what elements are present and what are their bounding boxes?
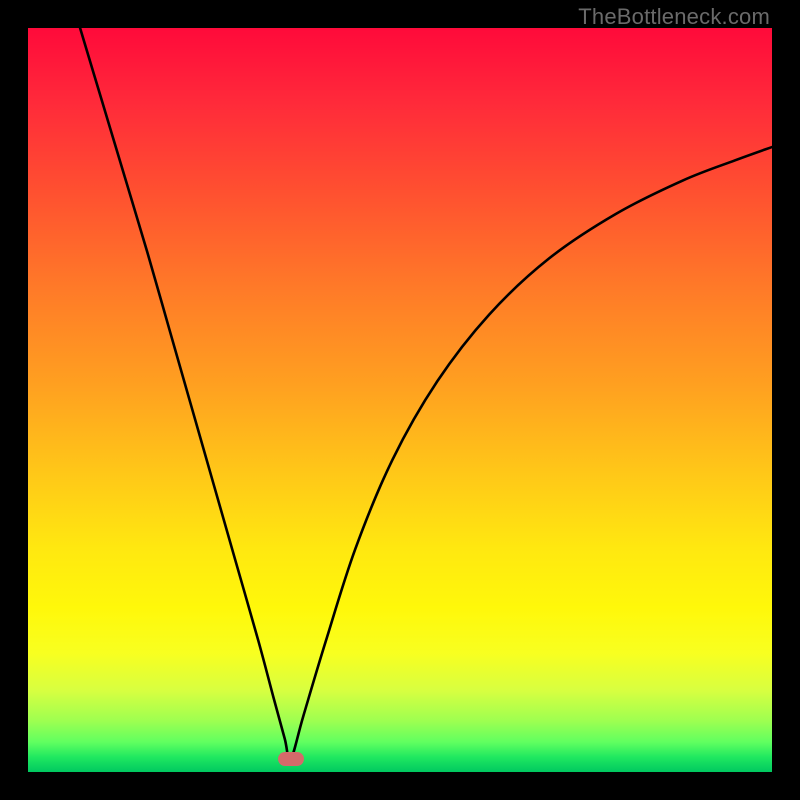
chart-frame: TheBottleneck.com — [0, 0, 800, 800]
plot-area — [28, 28, 772, 772]
minimum-marker — [278, 752, 304, 766]
bottleneck-curve — [28, 28, 772, 772]
watermark-text: TheBottleneck.com — [578, 4, 770, 30]
